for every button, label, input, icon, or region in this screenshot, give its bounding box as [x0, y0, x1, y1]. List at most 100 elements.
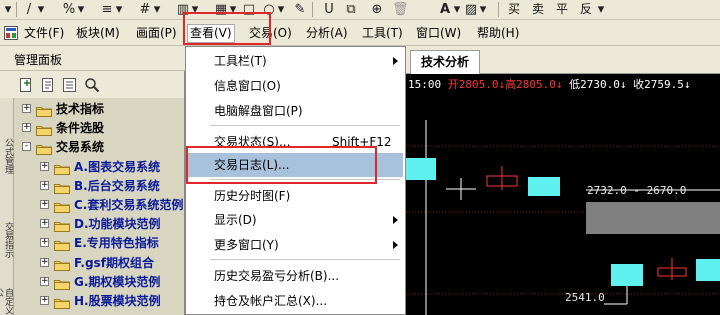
fill-color-icon[interactable]: ▨: [464, 1, 478, 18]
expand-icon[interactable]: +: [40, 200, 49, 209]
candle: [611, 264, 643, 286]
view-menu-item[interactable]: 显示(D): [186, 208, 405, 232]
view-formula-icon[interactable]: [62, 77, 78, 93]
menu-view[interactable]: 查看(V): [187, 24, 235, 43]
buy-button[interactable]: 买: [508, 1, 520, 18]
tab-technical-analysis[interactable]: 技术分析: [410, 50, 480, 74]
tree-item[interactable]: + H.股票模块范例: [14, 291, 184, 311]
tree-item[interactable]: + C.套利交易系统范例: [14, 195, 184, 215]
submenu-arrow-icon: [393, 241, 398, 249]
expand-icon[interactable]: +: [40, 161, 49, 171]
high-value: 高2805.0↓: [505, 78, 563, 91]
tree-item[interactable]: + G.期权模块范例: [14, 272, 184, 292]
hash-grid-icon[interactable]: #: [138, 1, 152, 18]
lock-icon[interactable]: ⊕: [370, 1, 384, 18]
tree-item-label: D.功能模块范例: [74, 217, 161, 232]
reverse-button[interactable]: 反: [580, 1, 592, 18]
menu-file[interactable]: 文件(F): [22, 24, 66, 43]
view-menu-item[interactable]: 信息窗口(O): [186, 74, 405, 98]
pen-icon[interactable]: ✎: [294, 1, 306, 18]
collapse-icon[interactable]: -: [22, 142, 31, 152]
submenu-arrow-icon: [393, 57, 398, 65]
view-menu-item[interactable]: 交易日志(L)...: [188, 153, 403, 177]
view-menu-item[interactable]: 历史交易盈亏分析(B)...: [186, 264, 405, 288]
dropdown-arrow-icon[interactable]: ▾: [2, 1, 14, 18]
tree-item[interactable]: + E.专用特色指标: [14, 233, 184, 253]
time-value: 15:00: [408, 78, 442, 91]
view-menu-item-label: 更多窗口(Y): [214, 238, 279, 252]
dropdown-arrow-icon[interactable]: ▾: [452, 1, 462, 18]
ruler-icon[interactable]: ≡: [100, 1, 114, 18]
menu-analysis[interactable]: 分析(A): [304, 24, 350, 43]
view-menu-item[interactable]: 交易状态(S)... Shift+F12: [186, 130, 405, 154]
menu-screen[interactable]: 画面(P): [134, 24, 179, 43]
tree-item[interactable]: + A.图表交易系统: [14, 157, 184, 177]
expand-icon[interactable]: +: [22, 123, 31, 133]
view-menu-item[interactable]: 更多窗口(Y): [186, 233, 405, 257]
dropdown-arrow-icon[interactable]: ▾: [152, 1, 162, 18]
bars-icon[interactable]: ▥: [176, 1, 190, 18]
expand-icon[interactable]: +: [22, 104, 31, 113]
edit-formula-icon[interactable]: [40, 77, 56, 93]
expand-icon[interactable]: +: [40, 257, 49, 267]
menu-tools[interactable]: 工具(T): [360, 24, 405, 43]
candlestick-plot[interactable]: [406, 94, 720, 315]
dropdown-arrow-icon[interactable]: ▾: [76, 1, 86, 18]
view-menu-item[interactable]: 持仓及帐户汇总(X)...: [186, 289, 405, 313]
tree-item[interactable]: - 交易系统: [14, 137, 184, 157]
tree-item-label: C.套利交易系统范例: [74, 198, 184, 212]
grid-icon[interactable]: ▦: [214, 1, 228, 18]
view-menu-item[interactable]: 历史分时图(F): [186, 184, 405, 208]
view-menu-item-label: 交易日志(L)...: [214, 158, 290, 172]
new-formula-icon[interactable]: [18, 77, 34, 93]
search-icon[interactable]: [84, 77, 100, 93]
circle-icon[interactable]: ○: [262, 1, 276, 18]
menu-window[interactable]: 窗口(W): [414, 24, 463, 43]
tree-item[interactable]: + D.功能模块范例: [14, 214, 184, 234]
range-zone: [586, 202, 720, 234]
sell-button[interactable]: 卖: [532, 1, 544, 18]
magnet-icon[interactable]: U: [322, 1, 336, 18]
folder-icon: [54, 295, 70, 309]
view-menu-item-label: 持仓及帐户汇总(X)...: [214, 294, 328, 308]
copy-icon[interactable]: ⧉: [344, 1, 358, 18]
menu-trade[interactable]: 交易(O): [247, 24, 294, 43]
candle: [528, 177, 560, 196]
dropdown-arrow-icon[interactable]: ▾: [596, 1, 606, 18]
view-menu-item[interactable]: 电脑解盘窗口(P): [186, 99, 405, 123]
tree-item[interactable]: + F.gsf期权组合: [14, 253, 184, 273]
menu-sector[interactable]: 板块(M): [74, 24, 122, 43]
vtab-custom-formula[interactable]: 自定义公: [0, 288, 13, 315]
menu-separator: [210, 179, 400, 180]
dropdown-arrow-icon[interactable]: ▾: [190, 1, 200, 18]
dropdown-arrow-icon[interactable]: ▾: [114, 1, 124, 18]
expand-icon[interactable]: +: [40, 219, 49, 229]
font-color-icon[interactable]: A: [438, 1, 452, 18]
management-panel: 管理面板 公式管理 交易指示 自定义公 + 技术指标 + 条件选股 - 交易系统 + A.图表…: [0, 47, 185, 315]
formula-tree: + 技术指标 + 条件选股 - 交易系统 + A.图表交易系统 + B.后台交易系统 + C.套利交易…: [14, 98, 184, 315]
menu-help[interactable]: 帮助(H): [475, 24, 521, 43]
dropdown-arrow-icon[interactable]: ▾: [36, 1, 46, 18]
rectangle-icon[interactable]: □: [242, 1, 256, 18]
dropdown-arrow-icon[interactable]: ▾: [478, 1, 488, 18]
dropdown-arrow-icon[interactable]: ▾: [228, 1, 238, 18]
tree-item[interactable]: + B.后台交易系统: [14, 176, 184, 196]
view-menu-item[interactable]: 工具栏(T): [186, 49, 405, 73]
folder-icon: [54, 161, 70, 175]
expand-icon[interactable]: +: [40, 180, 49, 190]
app-window-icon[interactable]: [4, 26, 18, 40]
percent-icon[interactable]: %: [62, 1, 76, 18]
vtab-trade-signals[interactable]: 交易指示: [1, 222, 13, 258]
tree-item[interactable]: + 技术指标: [14, 99, 184, 119]
dropdown-arrow-icon[interactable]: ▾: [276, 1, 286, 18]
view-menu-item-label: 显示(D): [214, 213, 257, 227]
expand-icon[interactable]: +: [40, 296, 49, 305]
line-tool-icon[interactable]: /: [22, 1, 36, 18]
vtab-formula-manager[interactable]: 公式管理: [1, 138, 13, 174]
expand-icon[interactable]: +: [40, 276, 49, 286]
expand-icon[interactable]: +: [40, 238, 49, 248]
tree-item[interactable]: + 条件选股: [14, 118, 184, 138]
view-menu-item-shortcut: Shift+F12: [332, 135, 392, 149]
close-position-button[interactable]: 平: [556, 1, 568, 18]
delete-icon[interactable]: 🗑: [392, 1, 409, 18]
